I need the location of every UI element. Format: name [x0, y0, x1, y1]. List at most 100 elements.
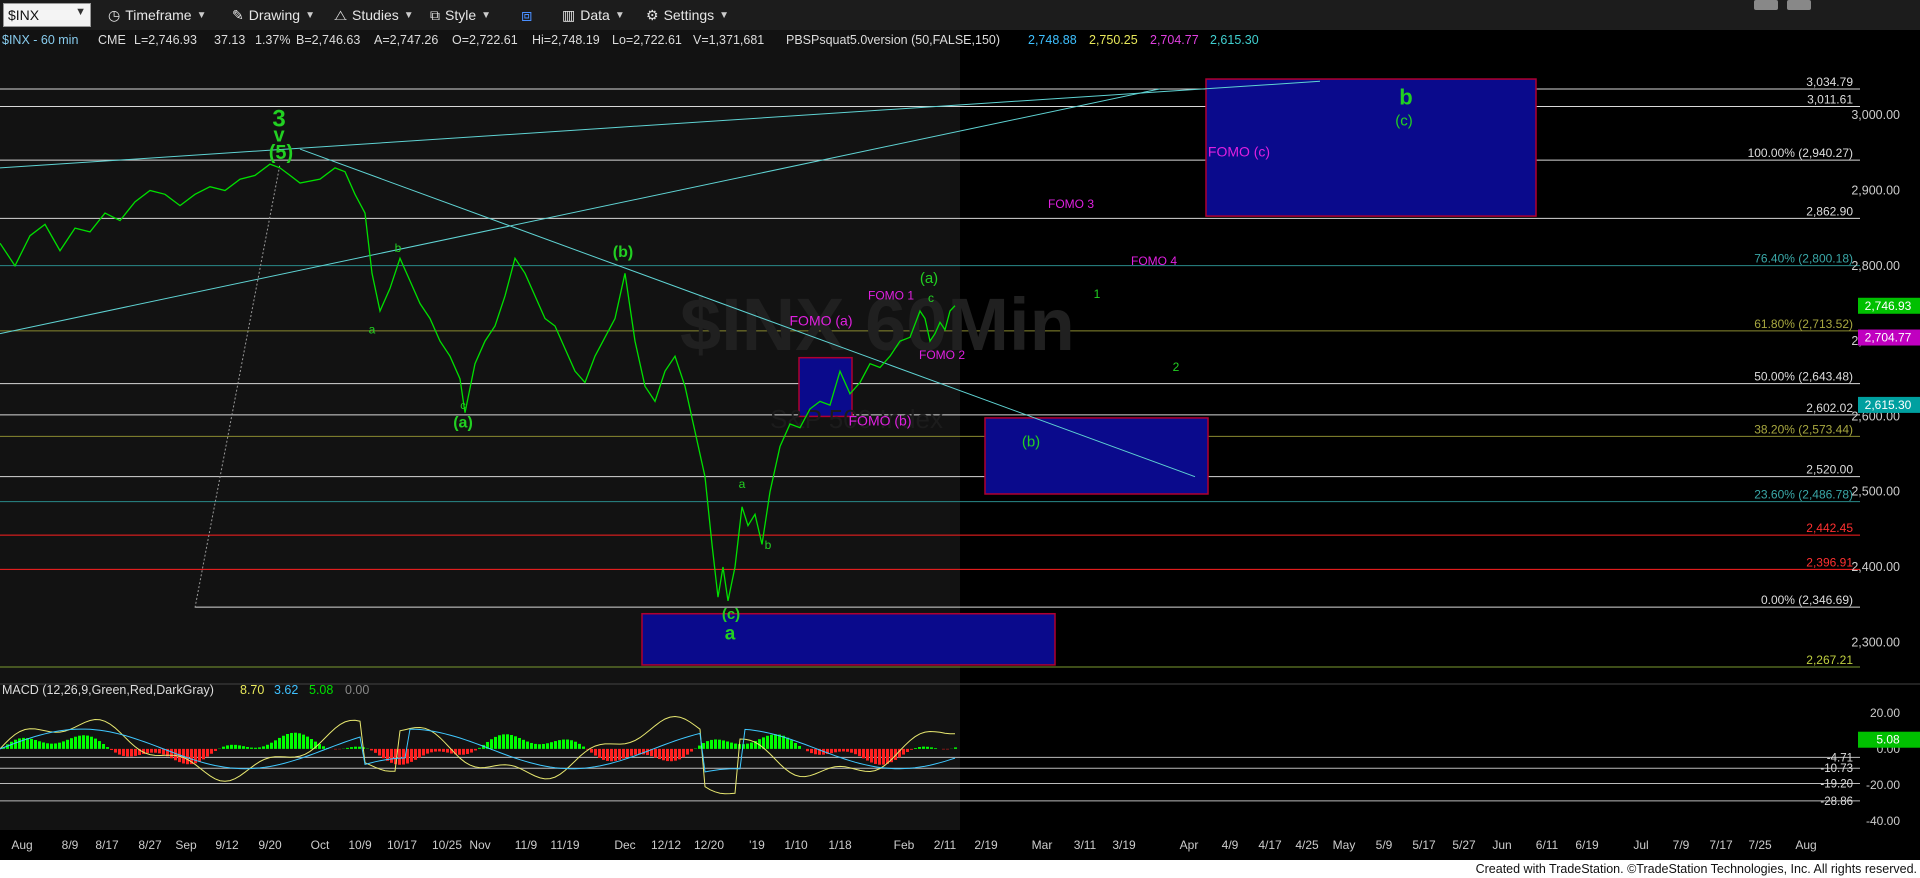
level-label-4: 76.40% (2,800.18) — [1754, 252, 1853, 266]
time-tick-32: 5/17 — [1412, 838, 1436, 852]
style-label: Style — [445, 7, 477, 23]
time-tick-34: Jun — [1492, 838, 1511, 852]
info-study: PBSPsquat5.0version (50,FALSE,150) — [786, 33, 1000, 47]
drawing-label: Drawing — [248, 7, 301, 23]
info-low: Lo=2,722.61 — [612, 33, 682, 47]
time-tick-0: Aug — [11, 838, 32, 852]
time-tick-14: Dec — [614, 838, 635, 852]
time-tick-39: 7/17 — [1709, 838, 1733, 852]
style-icon: ⧉ — [430, 6, 440, 23]
settings-menu[interactable]: ⚙ Settings ▼ — [646, 5, 729, 25]
time-tick-6: 9/20 — [258, 838, 282, 852]
data-menu[interactable]: ▥ Data ▼ — [562, 5, 625, 25]
time-tick-5: 9/12 — [215, 838, 239, 852]
style-menu[interactable]: ⧉ Style ▼ — [430, 5, 491, 25]
macd-tick-0: 20.00 — [1870, 706, 1900, 720]
level-label-14: 2,267.21 — [1806, 653, 1853, 667]
info-exchange: CME — [98, 33, 126, 47]
footer: Created with TradeStation. ©TradeStation… — [0, 860, 1920, 878]
time-tick-13: 11/19 — [550, 838, 579, 852]
wave-label-c_paren: (c) — [722, 606, 740, 623]
time-tick-28: 4/17 — [1258, 838, 1282, 852]
wave-label-a_paren_top: (a) — [920, 270, 938, 287]
time-tick-27: 4/9 — [1222, 838, 1239, 852]
price-tick-2: 2,800.00 — [1851, 259, 1900, 273]
pencil-icon: ✎ — [232, 6, 244, 23]
symbol-text: $INX — [8, 7, 40, 23]
wave-label-b2: b — [765, 538, 772, 552]
symbol-input[interactable]: $INX ▼ — [3, 3, 91, 27]
level-label-10: 23.60% (2,486.78) — [1754, 488, 1853, 502]
timeframe-label: Timeframe — [125, 7, 192, 23]
chevron-down-icon[interactable]: ▼ — [75, 6, 86, 18]
macd-label: MACD (12,26,9,Green,Red,DarkGray) — [2, 683, 214, 697]
chevron-down-icon: ▼ — [614, 9, 625, 21]
level-label-6: 50.00% (2,643.48) — [1754, 370, 1853, 384]
level-label-13: 0.00% (2,346.69) — [1761, 593, 1853, 607]
time-tick-20: Feb — [894, 838, 915, 852]
copyright-text: Created with TradeStation. ©TradeStation… — [1475, 862, 1917, 876]
timeframe-menu[interactable]: ◷ Timeframe ▼ — [108, 5, 207, 25]
info-high: Hi=2,748.19 — [532, 33, 600, 47]
level-label-8: 38.20% (2,573.44) — [1754, 422, 1853, 436]
level-label-0: 3,034.79 — [1806, 75, 1853, 89]
time-tick-12: 11/9 — [515, 838, 538, 852]
time-tick-25: 3/19 — [1112, 838, 1136, 852]
macd-level-label-1: -10.73 — [1820, 763, 1853, 775]
wave-label-fomo_b: FOMO (b) — [849, 412, 912, 428]
drawing-menu[interactable]: ✎ Drawing ▼ — [232, 5, 315, 25]
time-tick-41: Aug — [1795, 838, 1816, 852]
wave-label-a2: a — [739, 477, 746, 491]
minimize-button[interactable] — [1754, 0, 1778, 10]
layout-icon[interactable]: ⧈ — [521, 5, 532, 25]
price-chart[interactable]: 3,034.79 3,011.61 100.00% (2,940.27) 2,862.… — [0, 30, 1920, 860]
time-tick-40: 7/25 — [1748, 838, 1772, 852]
wave-label-one: 1 — [1094, 287, 1101, 301]
studies-icon: ⧍ — [334, 6, 348, 23]
wave-label-b_top: b — [395, 241, 402, 255]
info-v2: 2,750.25 — [1089, 33, 1138, 47]
time-tick-38: 7/9 — [1673, 838, 1690, 852]
wave-label-c_top: c — [928, 291, 934, 305]
chevron-down-icon: ▼ — [719, 9, 730, 21]
level-label-7: 2,602.02 — [1806, 401, 1853, 415]
macd-level-label-2: -19.20 — [1820, 778, 1853, 790]
time-tick-36: 6/19 — [1575, 838, 1599, 852]
time-tick-37: Jul — [1633, 838, 1648, 852]
macd-value-1: 8.70 — [240, 683, 264, 697]
wave-label-fomo_c: FOMO (c) — [1208, 144, 1270, 160]
info-ask: A=2,747.26 — [374, 33, 438, 47]
wave-label-c_small: c — [460, 400, 466, 412]
wave-label-b_big: b — [1399, 85, 1412, 110]
wave-label-w5: (5) — [269, 142, 293, 164]
time-tick-9: 10/17 — [387, 838, 417, 852]
info-change-pct: 1.37% — [255, 33, 290, 47]
wave-label-fomo2: FOMO 2 — [919, 348, 965, 362]
info-v3: 2,704.77 — [1150, 33, 1199, 47]
chevron-down-icon: ▼ — [196, 9, 207, 21]
time-tick-31: 5/9 — [1376, 838, 1393, 852]
info-change: 37.13 — [214, 33, 245, 47]
price-tick-7: 2,300.00 — [1851, 635, 1900, 649]
level-label-5: 61.80% (2,713.52) — [1754, 317, 1853, 331]
level-label-11: 2,442.45 — [1806, 521, 1853, 535]
info-symbol: $INX - 60 min — [2, 33, 78, 47]
time-tick-8: 10/9 — [348, 838, 372, 852]
level-label-2: 100.00% (2,940.27) — [1748, 146, 1853, 160]
time-tick-26: Apr — [1180, 838, 1199, 852]
studies-menu[interactable]: ⧍ Studies ▼ — [334, 5, 414, 25]
time-tick-18: 1/10 — [784, 838, 808, 852]
chevron-down-icon: ▼ — [481, 9, 492, 21]
info-last: L=2,746.93 — [134, 33, 197, 47]
macd-tick-3: -40.00 — [1866, 814, 1900, 828]
macd-tick-2: -20.00 — [1866, 778, 1900, 792]
maximize-button[interactable] — [1787, 0, 1811, 10]
time-tick-17: '19 — [749, 838, 765, 852]
wave-label-fomo1: FOMO 1 — [868, 289, 914, 303]
time-tick-16: 12/20 — [694, 838, 724, 852]
zone-box-1 — [984, 417, 1209, 495]
macd-value-3: 5.08 — [309, 683, 333, 697]
macd-level-label-3: -28.86 — [1820, 796, 1853, 808]
settings-label: Settings — [663, 7, 715, 23]
toolbar: $INX ▼ ◷ Timeframe ▼ ✎ Drawing ▼ ⧍ Studi… — [0, 0, 1920, 31]
